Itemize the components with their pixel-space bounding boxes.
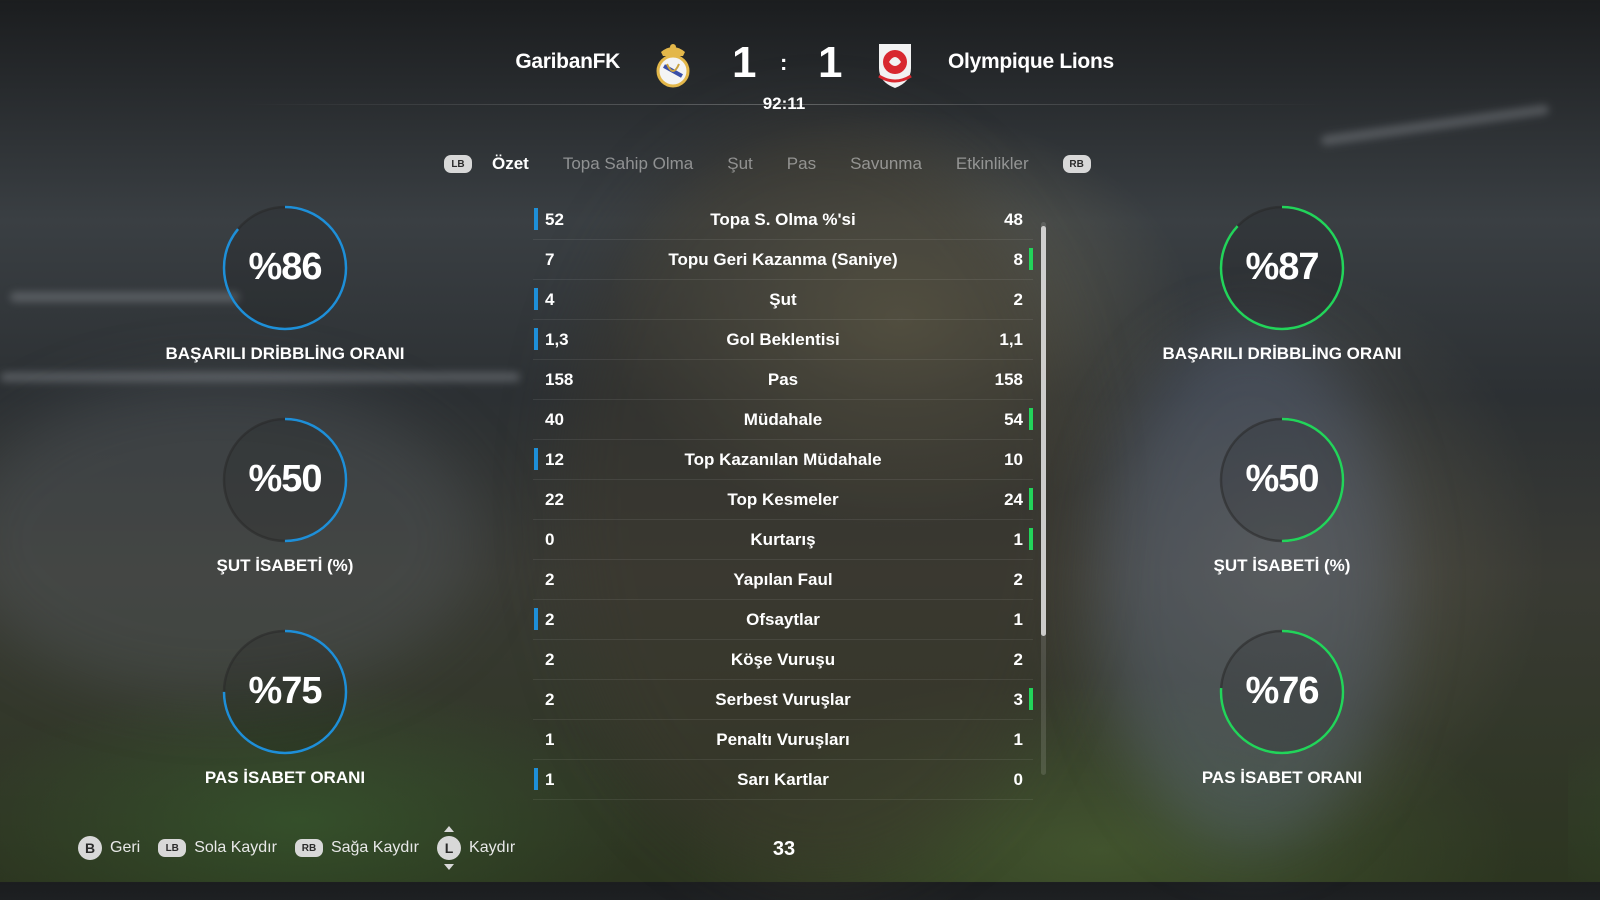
away-stat-value: 1 <box>1013 610 1023 629</box>
stat-name: Ofsaytlar <box>746 610 820 629</box>
away-stat-value: 10 <box>1004 450 1023 469</box>
stats-scroll-thumb[interactable] <box>1041 226 1046 636</box>
stat-name: Topu Geri Kazanma (Saniye) <box>668 250 898 269</box>
away-stat-value: 48 <box>1004 210 1023 229</box>
away-score: 1 <box>818 38 843 87</box>
rb-button-icon[interactable]: RB <box>1062 155 1091 173</box>
tab-topa-sahip-olma[interactable]: Topa Sahip Olma <box>563 154 693 174</box>
stat-name: Top Kazanılan Müdahale <box>684 450 882 469</box>
gauge-value: %50 <box>1245 458 1319 500</box>
stat-row: 12 Top Kazanılan Müdahale 10 <box>533 440 1033 480</box>
stat-name: Köşe Vuruşu <box>730 650 836 669</box>
gauge-value: %86 <box>248 246 322 288</box>
stat-row: 22 Top Kesmeler 24 <box>533 480 1033 520</box>
home-gauge: %50 ŞUT İSABETİ (%) <box>160 416 410 576</box>
away-stat-value: 2 <box>1013 290 1023 309</box>
away-gauge: %50 ŞUT İSABETİ (%) <box>1157 416 1407 576</box>
home-score: 1 <box>732 38 757 87</box>
gauge-label: ŞUT İSABETİ (%) <box>216 556 354 575</box>
tab-ozet[interactable]: Özet <box>492 154 529 174</box>
stat-row: 40 Müdahale 54 <box>533 400 1033 440</box>
page-number: 33 <box>772 838 796 860</box>
gauge-value: %75 <box>248 670 322 712</box>
header-divider <box>240 104 1330 105</box>
stat-row: 1,3 Gol Beklentisi 1,1 <box>533 320 1033 360</box>
home-gauge: %86 BAŞARILI DRİBBLİNG ORANI <box>160 204 410 364</box>
stat-name: Şut <box>769 290 797 309</box>
home-gauge: %75 PAS İSABET ORANI <box>160 628 410 788</box>
stat-row: 2 Serbest Vuruşlar 3 <box>533 680 1033 720</box>
stat-row: 2 Köşe Vuruşu 2 <box>533 640 1033 680</box>
stat-name: Sarı Kartlar <box>737 770 829 789</box>
tab-pas[interactable]: Pas <box>787 154 816 174</box>
away-team-name: Olympique Lions <box>948 50 1114 73</box>
stat-row: 158 Pas 158 <box>533 360 1033 400</box>
away-stat-value: 8 <box>1013 250 1023 269</box>
gauge-value: %87 <box>1245 246 1319 288</box>
gauge-label: BAŞARILI DRİBBLİNG ORANI <box>165 344 405 363</box>
gauge-label: PAS İSABET ORANI <box>204 768 366 787</box>
stat-row: 0 Kurtarış 1 <box>533 520 1033 560</box>
gauge-value: %50 <box>248 458 322 500</box>
stat-row: 2 Yapılan Faul 2 <box>533 560 1033 600</box>
away-gauge: %76 PAS İSABET ORANI <box>1157 628 1407 788</box>
tab-savunma[interactable]: Savunma <box>850 154 922 174</box>
away-crest-icon <box>878 44 912 88</box>
stat-row: 2 Ofsaytlar 1 <box>533 600 1033 640</box>
away-lead-indicator <box>1029 528 1033 550</box>
away-stat-value: 24 <box>1004 490 1023 509</box>
stat-row: 1 Sarı Kartlar 0 <box>533 760 1033 800</box>
home-team-name: GaribanFK <box>515 50 620 73</box>
away-stat-value: 2 <box>1013 570 1023 589</box>
stat-row: 1 Penaltı Vuruşları 1 <box>533 720 1033 760</box>
gauge-label: PAS İSABET ORANI <box>1201 768 1363 787</box>
stat-name: Top Kesmeler <box>727 490 839 509</box>
stat-row: 4 Şut 2 <box>533 280 1033 320</box>
tab-etkinlikler[interactable]: Etkinlikler <box>956 154 1029 174</box>
away-stat-value: 54 <box>1004 410 1023 429</box>
gauge-label: BAŞARILI DRİBBLİNG ORANI <box>1162 344 1402 363</box>
away-stat-value: 3 <box>1013 690 1023 709</box>
away-lead-indicator <box>1029 408 1033 430</box>
away-stat-value: 0 <box>1013 770 1023 789</box>
stat-name: Pas <box>767 370 799 389</box>
gauge-value: %76 <box>1245 670 1319 712</box>
stat-row: 52 Topa S. Olma %'si 48 <box>533 200 1033 240</box>
gauge-label: ŞUT İSABETİ (%) <box>1213 556 1351 575</box>
away-lead-indicator <box>1029 488 1033 510</box>
away-stat-value: 158 <box>994 370 1023 389</box>
home-crest-icon <box>656 44 690 88</box>
stats-table: 52 Topa S. Olma %'si 48 7 Topu Geri Kazanma … <box>533 200 1033 800</box>
stat-name: Gol Beklentisi <box>726 330 840 349</box>
stats-tabs: LB Özet Topa Sahip Olma Şut Pas Savunma … <box>444 150 1091 178</box>
score-separator: : <box>780 50 788 75</box>
stat-name: Yapılan Faul <box>733 570 833 589</box>
stat-row: 7 Topu Geri Kazanma (Saniye) 8 <box>533 240 1033 280</box>
background-stand-line <box>0 372 520 382</box>
away-stat-value: 1,1 <box>999 330 1023 349</box>
stat-name: Kurtarış <box>750 530 816 549</box>
away-lead-indicator <box>1029 248 1033 270</box>
stat-name: Müdahale <box>743 410 823 429</box>
away-lead-indicator <box>1029 688 1033 710</box>
away-stat-value: 2 <box>1013 650 1023 669</box>
stat-name: Penaltı Vuruşları <box>716 730 850 749</box>
stat-name: Serbest Vuruşlar <box>715 690 851 709</box>
away-stat-value: 1 <box>1013 530 1023 549</box>
lb-button-icon[interactable]: LB <box>444 155 472 173</box>
tab-sut[interactable]: Şut <box>727 154 753 174</box>
stats-scrollbar[interactable] <box>1041 222 1046 775</box>
away-stat-value: 1 <box>1013 730 1023 749</box>
stat-name: Topa S. Olma %'si <box>710 210 856 229</box>
away-gauge: %87 BAŞARILI DRİBBLİNG ORANI <box>1157 204 1407 364</box>
